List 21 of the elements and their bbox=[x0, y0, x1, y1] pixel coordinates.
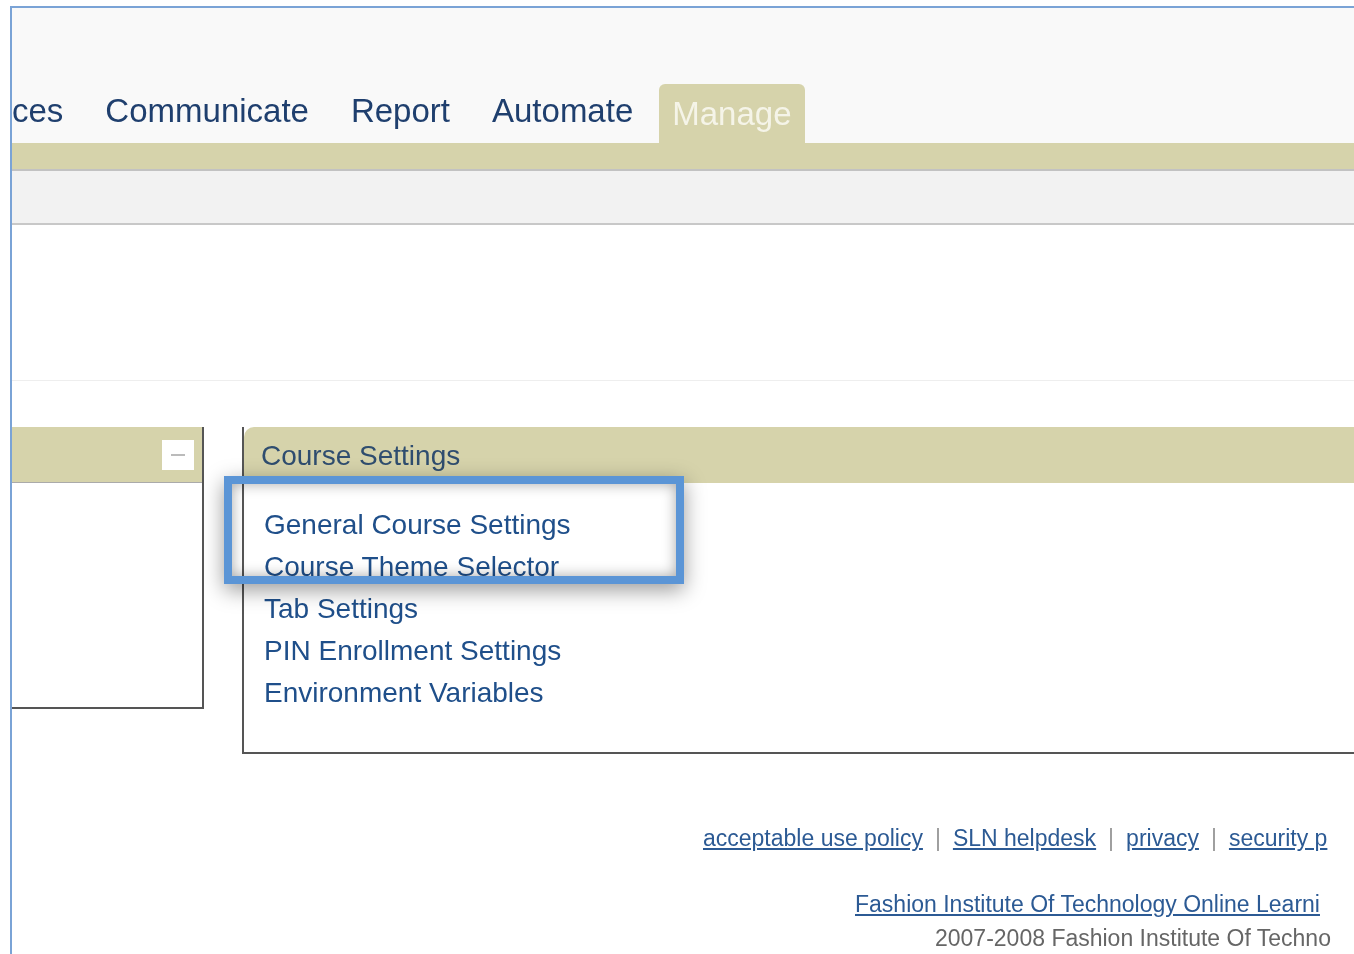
footer-link[interactable]: acceptable use policy bbox=[703, 824, 923, 852]
separator: | bbox=[1210, 824, 1217, 852]
settings-link[interactable]: General Course Settings bbox=[264, 504, 571, 546]
tab[interactable]: Communicate bbox=[105, 85, 309, 143]
copyright-text: 2007-2008 Fashion Institute Of Techno bbox=[935, 925, 1331, 951]
separator: | bbox=[1108, 824, 1115, 852]
separator: | bbox=[934, 824, 941, 852]
footer-link[interactable]: security p bbox=[1228, 824, 1328, 852]
footer-link[interactable]: privacy bbox=[1126, 824, 1199, 852]
panel-title: Course Settings bbox=[261, 439, 461, 473]
tab[interactable]: ces bbox=[12, 85, 64, 143]
minus-icon bbox=[171, 453, 185, 456]
tab[interactable]: Report bbox=[350, 85, 450, 143]
institution-link[interactable]: Fashion Institute Of Technology Online Learni bbox=[855, 891, 1320, 917]
footer-link[interactable]: SLN helpdesk bbox=[952, 824, 1097, 852]
collapse-button[interactable] bbox=[162, 439, 194, 470]
settings-link[interactable]: Course Theme Selector bbox=[264, 546, 560, 588]
settings-link[interactable]: Environment Variables bbox=[264, 672, 544, 714]
settings-link[interactable]: PIN Enrollment Settings bbox=[264, 630, 562, 672]
settings-link[interactable]: Tab Settings bbox=[264, 588, 419, 630]
tab[interactable]: Automate bbox=[492, 85, 634, 143]
